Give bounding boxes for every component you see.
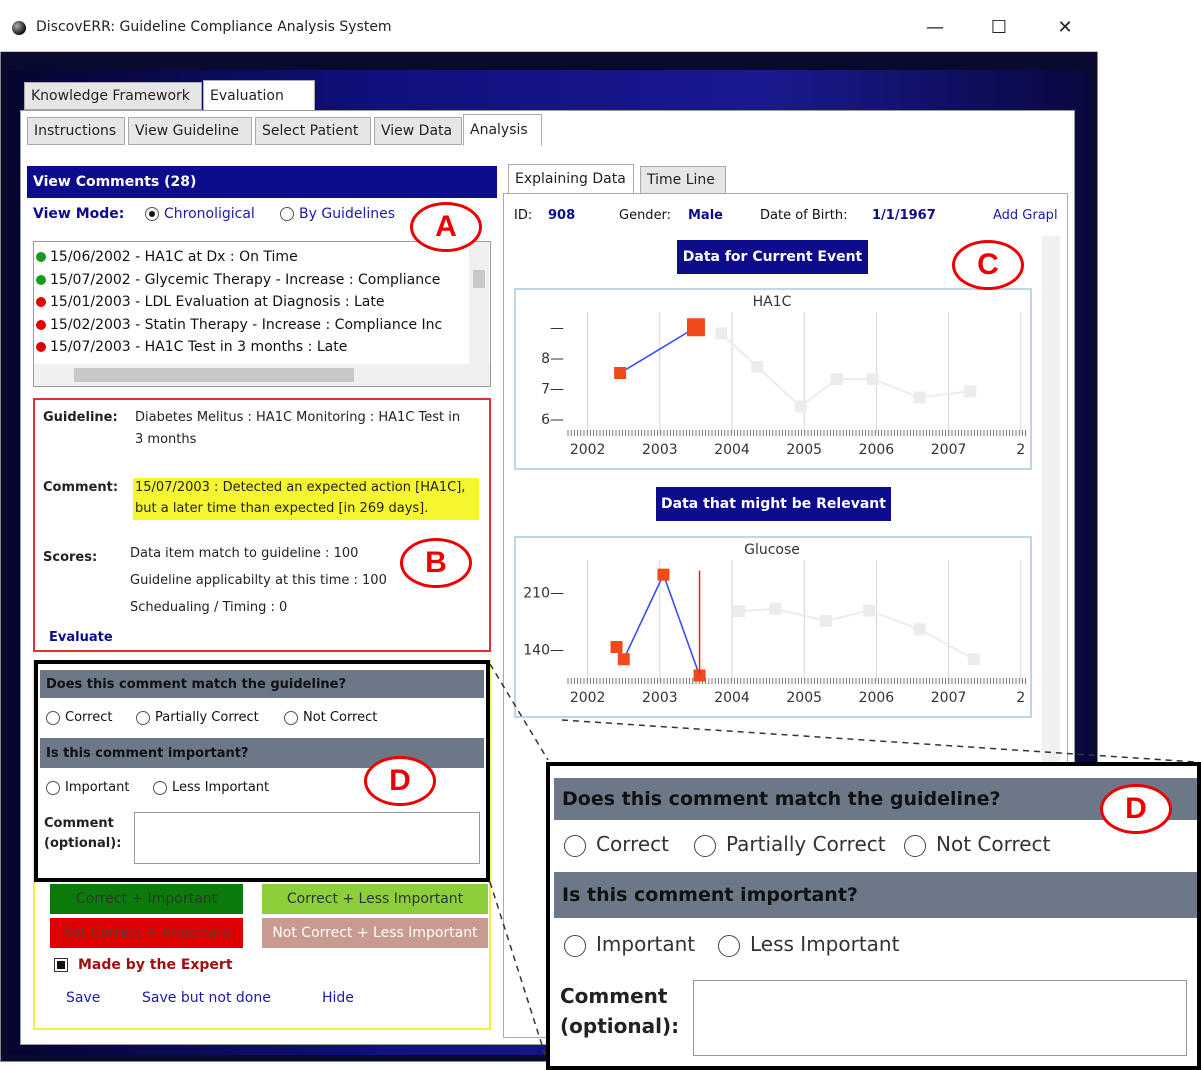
option-label: Important (596, 932, 696, 956)
connector-line (561, 719, 1197, 763)
zoom-comment-label-2: (optional): (560, 1014, 680, 1038)
zoom-q2-header: Is this comment important? (554, 872, 1197, 918)
connector-line (489, 881, 549, 1065)
zoom-q1-not-correct[interactable]: Not Correct (904, 832, 1050, 857)
zoom-comment-input[interactable] (693, 980, 1187, 1056)
option-label: Not Correct (936, 832, 1051, 856)
callout-d-zoom: D (1100, 784, 1172, 834)
option-label: Correct (596, 832, 669, 856)
option-label: Partially Correct (726, 832, 886, 856)
zoom-q2-less-important[interactable]: Less Important (718, 932, 899, 957)
callout-a: A (410, 202, 482, 252)
zoom-comment-label-1: Comment (560, 984, 668, 1008)
option-label: Less Important (750, 932, 900, 956)
zoom-q1-correct[interactable]: Correct (564, 832, 669, 857)
connector-line (489, 663, 549, 761)
zoom-radio-partially-correct[interactable] (694, 834, 716, 857)
zoom-radio-important[interactable] (564, 934, 586, 957)
zoom-radio-less-important[interactable] (718, 934, 740, 957)
zoom-radio-not-correct[interactable] (904, 834, 926, 857)
zoom-radio-correct[interactable] (564, 834, 586, 857)
callout-b: B (400, 538, 472, 588)
callout-c: C (952, 240, 1024, 290)
zoom-q2-important[interactable]: Important (564, 932, 695, 957)
callout-d: D (364, 756, 436, 806)
zoom-q1-partially-correct[interactable]: Partially Correct (694, 832, 886, 857)
